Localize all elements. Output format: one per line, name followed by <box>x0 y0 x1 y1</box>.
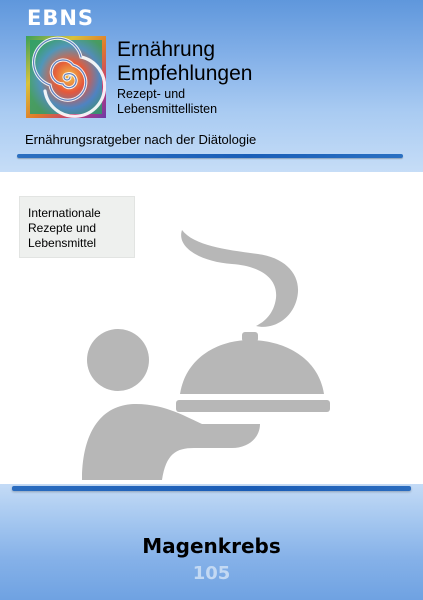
tagline: Ernährungsratgeber nach der Diätologie <box>25 132 257 147</box>
series-title-line2: Empfehlungen <box>117 62 253 85</box>
series-title-line1: Ernährung <box>117 38 216 61</box>
series-subtitle: Rezept- und Lebensmittellisten <box>117 87 217 117</box>
series-subtitle-line2: Lebensmittellisten <box>117 102 218 116</box>
series-title: Ernährung Empfehlungen <box>117 38 252 86</box>
spiral-logo-icon <box>26 36 106 118</box>
cover-footer: Magenkrebs 105 <box>0 484 423 600</box>
brand-name: EBNS <box>27 6 95 30</box>
book-title: Magenkrebs <box>142 534 281 558</box>
cover-header: EBNS Ernährung Empfehlungen Rezept- und … <box>0 0 423 172</box>
header-divider <box>17 154 403 158</box>
volume-number: 105 <box>192 563 231 584</box>
waiter-serving-cloche-icon <box>82 228 342 480</box>
footer-divider <box>12 486 411 491</box>
category-line1: Internationale <box>28 206 101 220</box>
series-subtitle-line1: Rezept- und <box>117 87 186 101</box>
book-cover: EBNS Ernährung Empfehlungen Rezept- und … <box>0 0 423 600</box>
